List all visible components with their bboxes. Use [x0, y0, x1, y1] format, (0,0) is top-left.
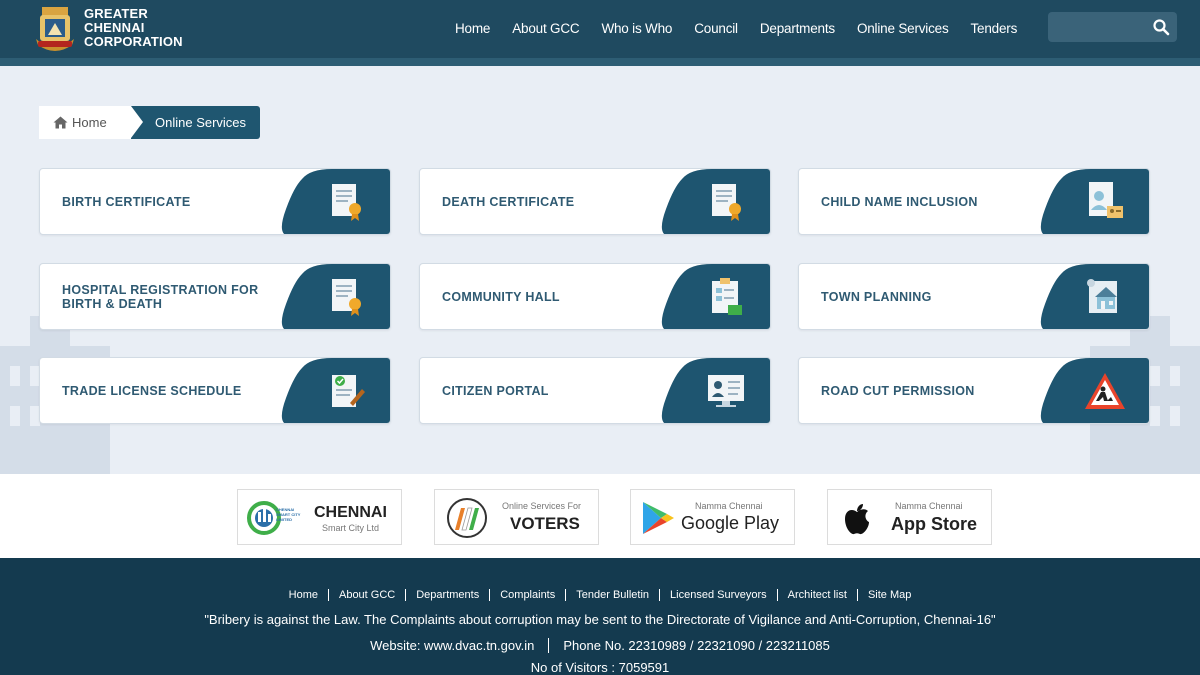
service-label: DEATH CERTIFICATE: [442, 194, 575, 209]
smart-city-link[interactable]: CHENNAI SMART CITY LIMITED CHENNAI Smart…: [237, 489, 402, 545]
service-card-death-certificate[interactable]: DEATH CERTIFICATE: [419, 168, 771, 235]
header-divider: [0, 58, 1200, 66]
certificate-icon: [332, 184, 361, 221]
visitor-counter: No of Visitors : 7059591: [530, 660, 670, 675]
nav-council[interactable]: Council: [683, 21, 749, 36]
voter-logo: [447, 498, 487, 538]
google-play-title: Google Play: [681, 513, 780, 533]
service-label: TRADE LICENSE SCHEDULE: [62, 383, 242, 398]
service-card-birth-certificate[interactable]: BIRTH CERTIFICATE: [39, 168, 391, 235]
site-header: GREATER CHENNAI CORPORATION Home About G…: [0, 0, 1200, 58]
service-card-town-planning[interactable]: TOWN PLANNING: [798, 263, 1150, 330]
service-label: COMMUNITY HALL: [442, 289, 560, 304]
service-label: ROAD CUT PERMISSION: [821, 383, 975, 398]
brand-line: GREATER: [84, 6, 148, 21]
nav-who-is-who[interactable]: Who is Who: [590, 21, 683, 36]
anti-corruption-notice: "Bribery is against the Law. The Complai…: [204, 612, 996, 627]
google-play-icon: [643, 502, 674, 534]
dvac-website: Website: www.dvac.tn.gov.in: [370, 638, 535, 653]
smart-city-logo-text: CHENNAI SMART CITY LIMITED: [276, 507, 301, 522]
footer-link-departments[interactable]: Departments: [405, 589, 489, 601]
app-store-subtitle: Namma Chennai: [895, 501, 963, 511]
service-card-hospital-registration[interactable]: HOSPITAL REGISTRATION FOR BIRTH & DEATH: [39, 263, 391, 330]
voters-link[interactable]: Online Services For VOTERS: [434, 489, 599, 545]
child-id-icon: [1089, 182, 1123, 218]
license-icon: [332, 375, 365, 407]
main-content: Home Online Services BIRTH CERTIFICATE D…: [0, 66, 1200, 474]
footer-contact: Website: www.dvac.tn.gov.in Phone No. 22…: [0, 638, 1200, 653]
portal-icon: [708, 375, 744, 407]
certificate-icon: [712, 184, 741, 221]
app-store-title: App Store: [891, 514, 978, 534]
nav-home[interactable]: Home: [444, 21, 501, 36]
footer-link-licensed-surveyors[interactable]: Licensed Surveyors: [659, 589, 777, 601]
breadcrumb-home-label: Home: [72, 115, 107, 130]
google-play-subtitle: Namma Chennai: [695, 501, 763, 511]
breadcrumb-home[interactable]: Home: [39, 106, 143, 139]
nav-departments[interactable]: Departments: [749, 21, 846, 36]
service-card-trade-license-schedule[interactable]: TRADE LICENSE SCHEDULE: [39, 357, 391, 424]
site-footer: Home About GCC Departments Complaints Te…: [0, 558, 1200, 675]
footer-nav: Home About GCC Departments Complaints Te…: [0, 589, 1200, 601]
footer-link-tender-bulletin[interactable]: Tender Bulletin: [565, 589, 659, 601]
footer-link-site-map[interactable]: Site Map: [856, 589, 921, 601]
service-card-road-cut-permission[interactable]: ROAD CUT PERMISSION: [798, 357, 1150, 424]
main-nav: Home About GCC Who is Who Council Depart…: [444, 0, 1028, 56]
gcc-emblem-logo[interactable]: [34, 5, 76, 53]
apple-icon: [845, 504, 869, 535]
google-play-link[interactable]: Namma Chennai Google Play: [630, 489, 795, 545]
service-label: TOWN PLANNING: [821, 289, 932, 304]
blueprint-icon: [1087, 279, 1117, 313]
service-card-community-hall[interactable]: COMMUNITY HALL: [419, 263, 771, 330]
dvac-phone: Phone No. 22310989 / 22321090 / 22321108…: [548, 638, 844, 653]
search-icon[interactable]: [1152, 18, 1170, 36]
smart-city-title: CHENNAI: [314, 504, 387, 521]
footer-link-about-gcc[interactable]: About GCC: [327, 589, 405, 601]
service-label: BIRTH CERTIFICATE: [62, 194, 191, 209]
nav-about-gcc[interactable]: About GCC: [501, 21, 590, 36]
breadcrumb-current: Online Services: [131, 106, 261, 139]
service-label: HOSPITAL REGISTRATION FOR BIRTH & DEATH: [62, 282, 259, 311]
home-icon: [53, 116, 68, 129]
breadcrumb: Home Online Services: [39, 106, 261, 139]
smart-city-subtitle: Smart City Ltd: [322, 523, 380, 533]
service-label: CITIZEN PORTAL: [442, 383, 549, 398]
certificate-icon: [332, 279, 361, 316]
search-input[interactable]: [1048, 12, 1177, 42]
brand-name[interactable]: GREATER CHENNAI CORPORATION: [84, 7, 183, 49]
voters-subtitle: Online Services For: [502, 501, 582, 511]
brand-line: CORPORATION: [84, 34, 183, 49]
partners-bar: CHENNAI SMART CITY LIMITED CHENNAI Smart…: [0, 474, 1200, 558]
breadcrumb-current-label: Online Services: [155, 115, 247, 130]
app-store-link[interactable]: Namma Chennai App Store: [827, 489, 992, 545]
footer-link-home[interactable]: Home: [279, 589, 328, 601]
service-card-citizen-portal[interactable]: CITIZEN PORTAL: [419, 357, 771, 424]
service-card-child-name-inclusion[interactable]: CHILD NAME INCLUSION: [798, 168, 1150, 235]
nav-online-services[interactable]: Online Services: [846, 21, 960, 36]
footer-link-architect-list[interactable]: Architect list: [776, 589, 857, 601]
service-label: CHILD NAME INCLUSION: [821, 194, 978, 209]
clipboard-icon: [712, 278, 742, 315]
nav-tenders[interactable]: Tenders: [960, 21, 1029, 36]
brand-line: CHENNAI: [84, 20, 145, 35]
road-work-icon: [1085, 373, 1125, 409]
footer-link-complaints[interactable]: Complaints: [489, 589, 565, 601]
voters-title: VOTERS: [510, 514, 580, 533]
